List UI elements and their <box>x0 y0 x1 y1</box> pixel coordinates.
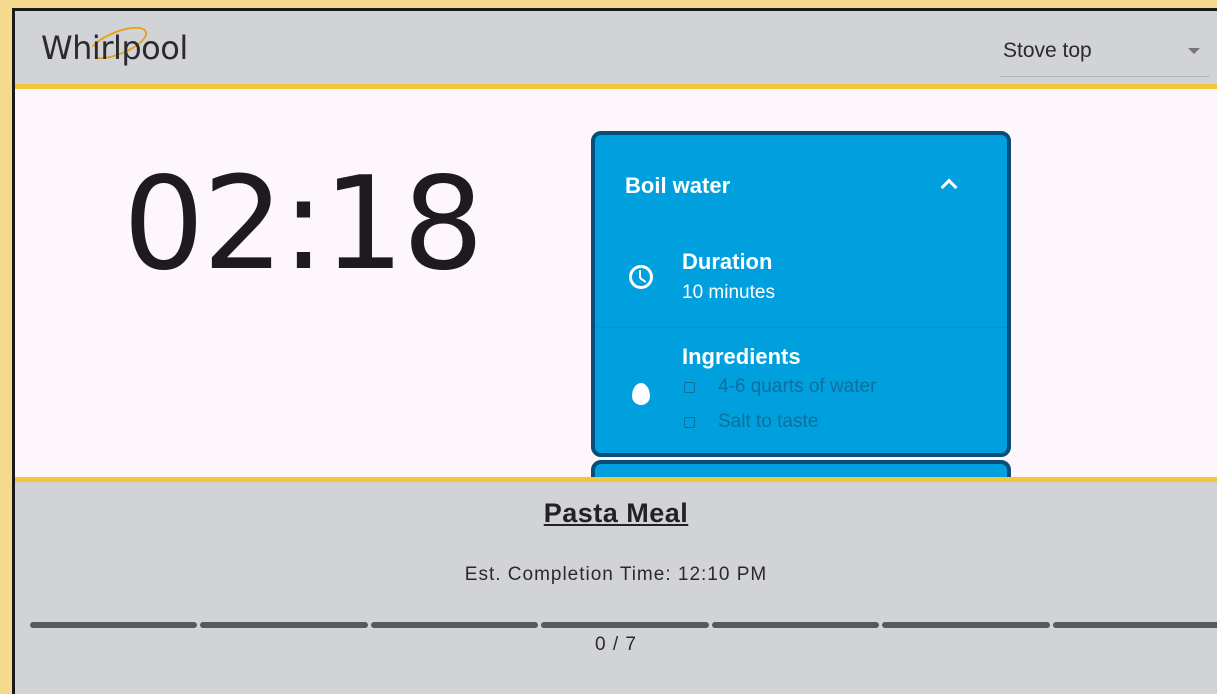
ingredient-checkbox[interactable] <box>684 382 695 393</box>
step-progress-bar <box>30 622 1217 628</box>
progress-segment <box>370 622 539 628</box>
meal-title[interactable]: Pasta Meal <box>15 498 1217 529</box>
top-bar: Whirlpool Stove top <box>15 11 1217 89</box>
card-divider <box>595 327 1007 328</box>
duration-label: Duration <box>682 249 773 274</box>
duration-value: 10 minutes <box>682 282 775 303</box>
ingredients-label: Ingredients <box>682 344 801 369</box>
mode-select[interactable]: Stove top <box>1000 33 1210 77</box>
app-frame: Whirlpool Stove top 02:18 Boil water Dur… <box>12 8 1217 694</box>
progress-count: 0 / 7 <box>595 634 637 655</box>
progress-segment <box>1052 622 1217 628</box>
brand-logo: Whirlpool <box>41 29 188 67</box>
egg-icon <box>632 383 650 405</box>
progress-segment <box>200 622 368 628</box>
clock-icon <box>629 265 653 289</box>
ingredient-text: 4-6 quarts of water <box>718 376 877 397</box>
mode-select-value: Stove top <box>1003 39 1092 62</box>
chevron-up-icon[interactable] <box>940 178 958 196</box>
progress-segment <box>882 622 1050 628</box>
ingredient-item[interactable]: Salt to taste <box>682 411 932 433</box>
ingredient-text: Salt to taste <box>718 411 819 432</box>
progress-segment <box>711 622 880 628</box>
progress-segment <box>541 622 709 628</box>
completion-time: Est. Completion Time: 12:10 PM <box>464 564 768 585</box>
step-card-boil-water: Boil water Duration 10 minutes Ingredien… <box>591 131 1011 457</box>
ingredient-checkbox[interactable] <box>684 417 695 428</box>
ingredient-item[interactable]: 4-6 quarts of water <box>682 376 932 398</box>
caret-down-icon <box>1188 48 1200 54</box>
countdown-timer: 02:18 <box>123 150 484 299</box>
step-title: Boil water <box>625 173 731 198</box>
meal-footer: Pasta Meal Est. Completion Time: 12:10 P… <box>15 477 1217 694</box>
progress-segment <box>30 622 198 628</box>
